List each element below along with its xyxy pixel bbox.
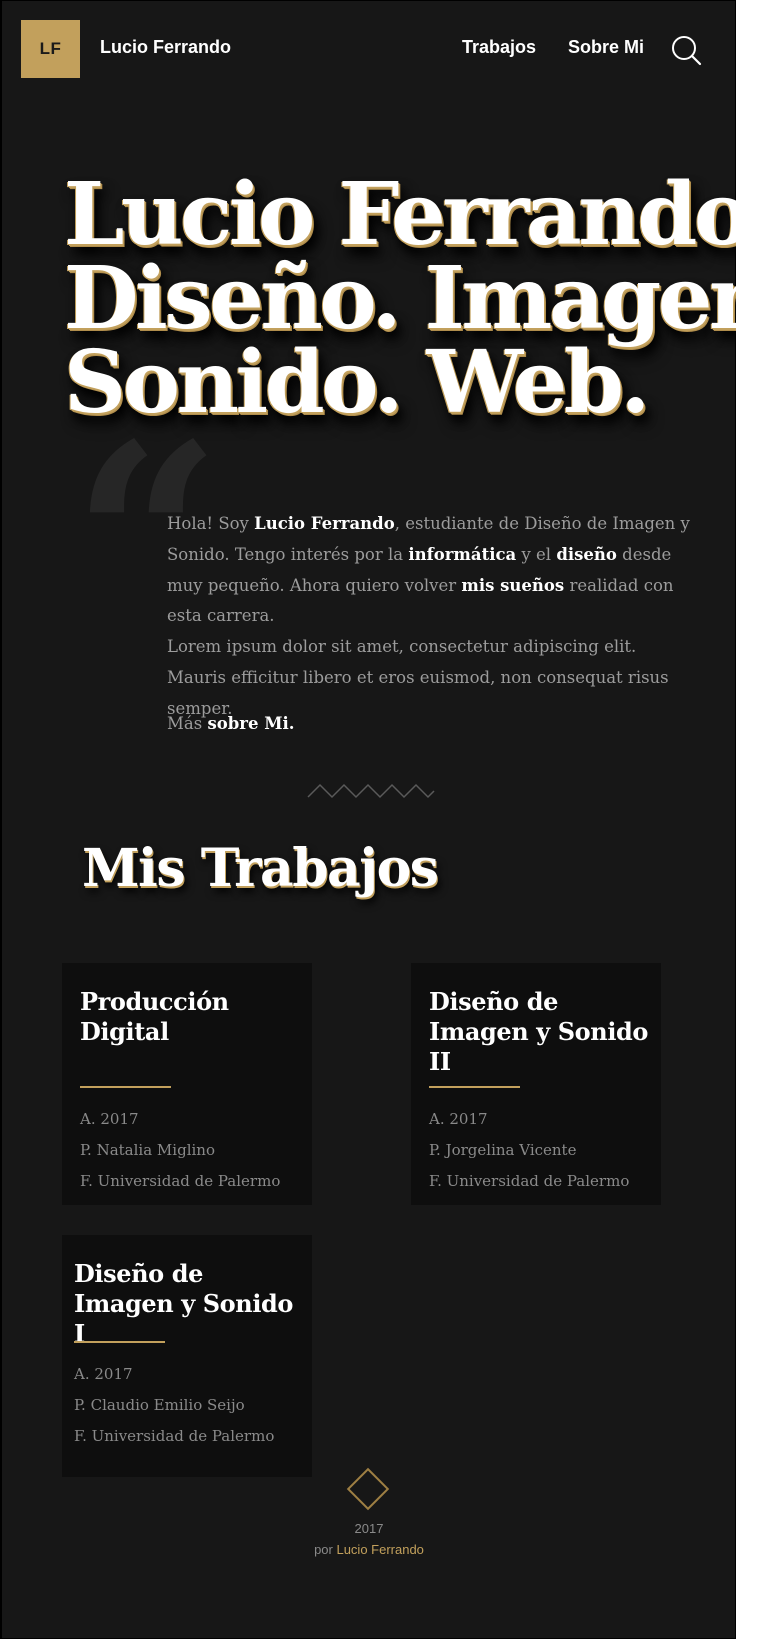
work-card[interactable]: Diseño de Imagen y Sonido II A. 2017 P. …	[411, 963, 661, 1205]
footer-by-prefix: por	[314, 1542, 337, 1557]
work-card-faculty: F. Universidad de Palermo	[74, 1426, 275, 1445]
logo[interactable]: LF	[21, 20, 80, 78]
footer-year: 2017	[354, 1521, 384, 1536]
work-card-divider	[74, 1341, 165, 1343]
work-card-professor: P. Claudio Emilio Seijo	[74, 1395, 245, 1414]
work-card-meta: A. 2017 P. Natalia Miglino F. Universida…	[80, 1104, 280, 1196]
work-card-meta: A. 2017 P. Jorgelina Vicente F. Universi…	[429, 1104, 629, 1196]
more-about-me-link[interactable]: sobre Mi.	[207, 714, 294, 733]
work-card-faculty: F. Universidad de Palermo	[80, 1171, 281, 1190]
page: LF Lucio Ferrando Trabajos Sobre Mi Luci…	[0, 0, 768, 1639]
more-about-me: Más sobre Mi.	[167, 714, 295, 733]
intro-highlight-informatica: informática	[408, 544, 517, 564]
work-card-year: A. 2017	[429, 1110, 488, 1128]
search-icon-graphic	[672, 36, 702, 66]
work-card-divider	[429, 1086, 520, 1088]
logo-text: LF	[39, 39, 62, 58]
hero-line-1: Lucio Ferrando.	[64, 164, 768, 265]
intro-text-segment: Hola! Soy	[167, 514, 255, 533]
search-icon[interactable]	[670, 34, 702, 66]
work-card-faculty: F. Universidad de Palermo	[429, 1171, 630, 1190]
nav-link-trabajos[interactable]: Trabajos	[462, 37, 536, 58]
work-card[interactable]: Diseño de Imagen y Sonido I A. 2017 P. C…	[62, 1235, 312, 1477]
work-card-title: Diseño de Imagen y Sonido II	[429, 987, 649, 1076]
intro-highlight-suenos: mis sueños	[461, 575, 565, 595]
site-name[interactable]: Lucio Ferrando	[100, 37, 231, 58]
intro-highlight-diseno: diseño	[556, 544, 617, 564]
zigzag-divider-icon	[307, 783, 435, 799]
page-content: LF Lucio Ferrando Trabajos Sobre Mi Luci…	[2, 0, 736, 1639]
nav-link-sobre-mi[interactable]: Sobre Mi	[568, 37, 644, 58]
work-card-title: Producción Digital	[80, 987, 229, 1046]
work-card-professor: P. Jorgelina Vicente	[429, 1140, 577, 1159]
footer-author-link[interactable]: Lucio Ferrando	[336, 1542, 423, 1557]
intro-lorem: Lorem ipsum dolor sit amet, consectetur …	[167, 637, 669, 718]
footer-credit: por Lucio Ferrando	[2, 1542, 736, 1557]
work-card-year: A. 2017	[74, 1365, 133, 1383]
intro-name: Lucio Ferrando	[254, 514, 395, 533]
section-title-mis-trabajos: Mis Trabajos	[82, 838, 439, 899]
work-card-meta: A. 2017 P. Claudio Emilio Seijo F. Unive…	[74, 1359, 274, 1451]
diamond-icon	[346, 1467, 390, 1511]
work-card-title: Diseño de Imagen y Sonido I	[74, 1259, 294, 1348]
work-card-year: A. 2017	[80, 1110, 139, 1128]
intro-text: Hola! Soy Lucio Ferrando, estudiante de …	[167, 509, 697, 725]
intro-text-segment: y el	[516, 544, 557, 564]
work-card-professor: P. Natalia Miglino	[80, 1140, 215, 1159]
work-card-divider	[80, 1086, 171, 1088]
work-card[interactable]: Producción Digital A. 2017 P. Natalia Mi…	[62, 963, 312, 1205]
more-prefix: Más	[167, 714, 208, 733]
hero-line-2: Diseño. Imagen.	[64, 248, 768, 349]
